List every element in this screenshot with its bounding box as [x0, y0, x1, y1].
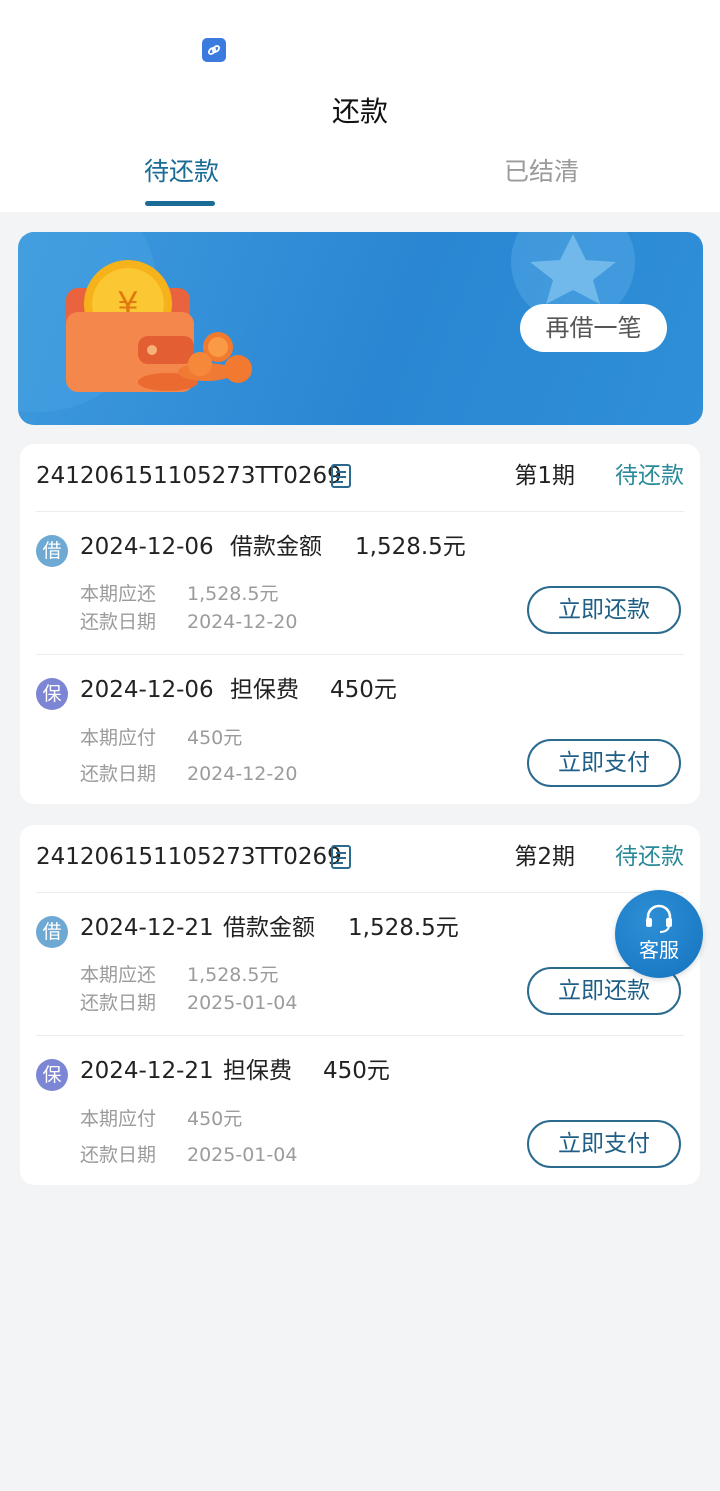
- due-label: 本期应付: [80, 1108, 157, 1130]
- header: 还款 待还款 已结清: [0, 0, 720, 212]
- date-value: 2025-01-04: [187, 992, 298, 1014]
- due-value: 1,528.5元: [187, 583, 279, 605]
- order-number: 241206151105273TT0269: [36, 463, 342, 489]
- promo-banner: ¥ 再借一笔: [18, 232, 703, 425]
- page-title: 还款: [331, 95, 388, 128]
- due-label: 本期应还: [80, 583, 157, 605]
- active-tab-indicator: [145, 201, 215, 206]
- order-status: 待还款: [615, 844, 684, 870]
- row-date: 2024-12-06: [80, 534, 214, 560]
- copy-document-icon[interactable]: [330, 844, 352, 870]
- due-value: 1,528.5元: [187, 964, 279, 986]
- tab-settled[interactable]: 已结清: [504, 154, 579, 190]
- loan-badge: 借: [36, 535, 68, 567]
- loan-badge: 借: [36, 916, 68, 948]
- repay-now-button[interactable]: 立即还款: [527, 586, 681, 634]
- date-label: 还款日期: [80, 1144, 157, 1166]
- due-value: 450元: [187, 727, 243, 749]
- date-value: 2024-12-20: [187, 611, 298, 633]
- guarantee-badge: 保: [36, 678, 68, 710]
- due-value: 450元: [187, 1108, 243, 1130]
- date-value: 2025-01-04: [187, 1144, 298, 1166]
- pay-now-button[interactable]: 立即支付: [527, 739, 681, 787]
- period-label: 第1期: [514, 463, 575, 489]
- row-date: 2024-12-21: [80, 915, 214, 941]
- borrow-again-button[interactable]: 再借一笔: [520, 304, 667, 352]
- date-label: 还款日期: [80, 992, 157, 1014]
- headset-icon: [646, 904, 672, 933]
- order-card: 241206151105273TT0269 第2期 待还款 借 2024-12-…: [20, 825, 700, 1185]
- customer-service-label: 客服: [639, 938, 679, 962]
- date-label: 还款日期: [80, 763, 157, 785]
- row-amount: 1,528.5元: [348, 915, 459, 941]
- divider: [36, 511, 684, 512]
- divider: [36, 892, 684, 893]
- row-type: 担保费: [230, 677, 299, 703]
- customer-service-button[interactable]: 客服: [615, 890, 703, 978]
- tab-pending[interactable]: 待还款: [144, 154, 219, 190]
- row-amount: 450元: [330, 677, 397, 703]
- period-label: 第2期: [514, 844, 575, 870]
- order-card: 241206151105273TT0269 第1期 待还款 借 2024-12-…: [20, 444, 700, 804]
- row-amount: 1,528.5元: [355, 534, 466, 560]
- link-icon: [202, 38, 226, 62]
- row-type: 借款金额: [223, 915, 315, 941]
- due-label: 本期应还: [80, 964, 157, 986]
- date-label: 还款日期: [80, 611, 157, 633]
- due-label: 本期应付: [80, 727, 157, 749]
- order-status: 待还款: [615, 463, 684, 489]
- copy-document-icon[interactable]: [330, 463, 352, 489]
- row-type: 担保费: [223, 1058, 292, 1084]
- order-number: 241206151105273TT0269: [36, 844, 342, 870]
- divider: [36, 654, 684, 655]
- row-type: 借款金额: [230, 534, 322, 560]
- row-date: 2024-12-06: [80, 677, 214, 703]
- row-date: 2024-12-21: [80, 1058, 214, 1084]
- row-amount: 450元: [323, 1058, 390, 1084]
- divider: [36, 1035, 684, 1036]
- date-value: 2024-12-20: [187, 763, 298, 785]
- guarantee-badge: 保: [36, 1059, 68, 1091]
- pay-now-button[interactable]: 立即支付: [527, 1120, 681, 1168]
